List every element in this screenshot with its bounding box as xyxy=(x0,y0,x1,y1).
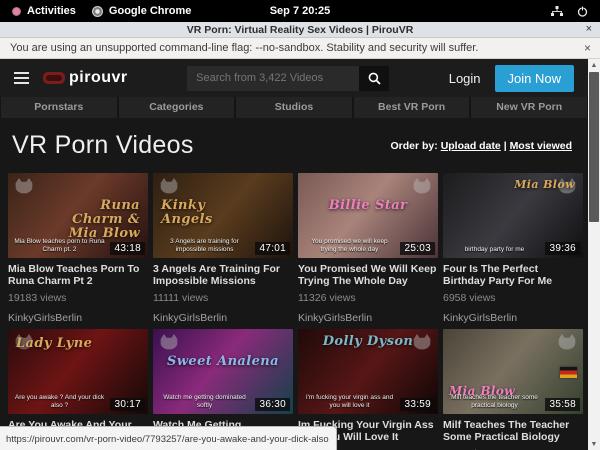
thumbnail-caption: birthday party for me xyxy=(448,246,541,254)
scrollbar-down-button[interactable]: ▼ xyxy=(588,438,600,450)
thumbnail-overlay-name: Kinky Angels xyxy=(161,199,253,227)
video-views: 6958 views xyxy=(443,292,583,304)
order-link-upload-date[interactable]: Upload date xyxy=(441,140,501,152)
page-viewport: pirouvr Login Join Now Pornstars Categor… xyxy=(0,59,588,450)
studio-cat-logo-icon xyxy=(159,177,179,194)
status-url: https://pirouvr.com/vr-porn-video/779325… xyxy=(6,434,329,445)
tab-title: VR Porn: Virtual Reality Sex Videos | Pi… xyxy=(0,24,600,36)
thumbnail-overlay-name: Runa Charm & Mia Blow xyxy=(48,199,140,241)
vr-goggles-icon xyxy=(43,72,65,84)
german-flag-icon xyxy=(560,367,577,378)
video-card[interactable]: Kinky Angels 3 Angels are training for i… xyxy=(153,173,293,322)
menu-item-studios[interactable]: Studios xyxy=(236,97,352,118)
clock[interactable]: Sep 7 20:25 xyxy=(0,5,600,17)
search-input[interactable] xyxy=(187,66,359,91)
menu-item-new-vr-porn[interactable]: New VR Porn xyxy=(471,97,587,118)
thumbnail-caption: Are you awake ? And your dick also ? xyxy=(13,394,106,410)
login-link[interactable]: Login xyxy=(449,71,481,86)
duration-badge: 35:58 xyxy=(545,398,580,411)
power-icon[interactable] xyxy=(577,6,588,17)
order-by: Order by: Upload date | Most viewed xyxy=(391,140,573,152)
video-card[interactable]: Runa Charm & Mia Blow Mia Blow teaches p… xyxy=(8,173,148,322)
duration-badge: 39:36 xyxy=(545,242,580,255)
scrollbar-thumb[interactable] xyxy=(589,72,599,222)
studio-cat-logo-icon xyxy=(557,333,577,350)
video-title[interactable]: Four Is The Perfect Birthday Party For M… xyxy=(443,264,583,287)
studio-cat-logo-icon xyxy=(412,177,432,194)
network-icon[interactable] xyxy=(551,6,563,17)
studio-cat-logo-icon xyxy=(14,177,34,194)
menu-item-best-vr-porn[interactable]: Best VR Porn xyxy=(354,97,470,118)
page-header: VR Porn Videos Order by: Upload date | M… xyxy=(0,118,588,173)
video-views: 11326 views xyxy=(298,292,438,304)
thumbnail-caption: Mia Blow teaches porn to Runa Charm pt. … xyxy=(13,238,106,254)
thumbnail-caption: Milf teaches the teacher some practical … xyxy=(448,394,541,410)
tab-close-button[interactable]: × xyxy=(586,23,592,35)
video-card[interactable]: Mia Blow birthday party for me 39:36 Fou… xyxy=(443,173,583,322)
menu-item-categories[interactable]: Categories xyxy=(119,97,235,118)
thumbnail-overlay-name: Sweet Analena xyxy=(153,355,293,369)
thumbnail-caption: I'm fucking your virgin ass and you will… xyxy=(303,394,396,410)
video-thumbnail[interactable]: Sweet Analena Watch me getting dominated… xyxy=(153,329,293,414)
studio-link[interactable]: KinkyGirlsBerlin xyxy=(8,312,148,324)
video-grid: Runa Charm & Mia Blow Mia Blow teaches p… xyxy=(0,173,588,450)
video-card[interactable]: Billie Star You promised we will keep tr… xyxy=(298,173,438,322)
page-title: VR Porn Videos xyxy=(12,131,194,160)
video-views: 11111 views xyxy=(153,292,293,304)
video-title[interactable]: Mia Blow Teaches Porn To Runa Charm Pt 2 xyxy=(8,264,148,287)
studio-link[interactable]: KinkyGirlsBerlin xyxy=(443,312,583,324)
search-button[interactable] xyxy=(359,66,389,91)
search-box xyxy=(187,66,389,91)
duration-badge: 33:59 xyxy=(400,398,435,411)
studio-link[interactable]: KinkyGirlsBerlin xyxy=(298,312,438,324)
video-thumbnail[interactable]: Dolly Dyson I'm fucking your virgin ass … xyxy=(298,329,438,414)
hamburger-menu-icon[interactable] xyxy=(14,72,29,84)
video-thumbnail[interactable]: Lady Lyne Are you awake ? And your dick … xyxy=(8,329,148,414)
video-thumbnail[interactable]: Runa Charm & Mia Blow Mia Blow teaches p… xyxy=(8,173,148,258)
thumbnail-caption: 3 Angels are training for impossible mis… xyxy=(158,238,251,254)
studio-cat-logo-icon xyxy=(412,333,432,350)
scrollbar[interactable]: ▲ ▼ xyxy=(588,59,600,450)
infobar-close-button[interactable]: × xyxy=(584,41,591,55)
menu-item-pornstars[interactable]: Pornstars xyxy=(1,97,117,118)
thumbnail-overlay-name: Billie Star xyxy=(298,199,438,213)
thumbnail-caption: You promised we will keep trying the who… xyxy=(303,238,396,254)
scrollbar-up-button[interactable]: ▲ xyxy=(588,59,600,71)
video-card[interactable]: Mia Blow Milf teaches the teacher some p… xyxy=(443,329,583,450)
video-title[interactable]: 3 Angels Are Training For Impossible Mis… xyxy=(153,264,293,287)
status-bar: https://pirouvr.com/vr-porn-video/779325… xyxy=(0,426,337,450)
video-title[interactable]: Milf Teaches The Teacher Some Practical … xyxy=(443,420,583,443)
screen: Activities Google Chrome Sep 7 20:25 VR … xyxy=(0,0,600,450)
video-title[interactable]: You Promised We Will Keep Trying The Who… xyxy=(298,264,438,287)
search-icon xyxy=(368,72,381,85)
video-thumbnail[interactable]: Kinky Angels 3 Angels are training for i… xyxy=(153,173,293,258)
join-now-button[interactable]: Join Now xyxy=(495,65,574,92)
video-thumbnail[interactable]: Billie Star You promised we will keep tr… xyxy=(298,173,438,258)
studio-cat-logo-icon xyxy=(159,333,179,350)
site-navbar: pirouvr Login Join Now xyxy=(0,59,588,97)
logo-text: pirouvr xyxy=(69,69,128,87)
studio-cat-logo-icon xyxy=(557,177,577,194)
system-top-bar: Activities Google Chrome Sep 7 20:25 xyxy=(0,0,600,22)
duration-badge: 30:17 xyxy=(110,398,145,411)
duration-badge: 47:01 xyxy=(255,242,290,255)
unsupported-flag-infobar: You are using an unsupported command-lin… xyxy=(0,38,600,59)
video-thumbnail[interactable]: Mia Blow Milf teaches the teacher some p… xyxy=(443,329,583,414)
order-link-most-viewed[interactable]: Most viewed xyxy=(510,140,572,152)
studio-cat-logo-icon xyxy=(14,333,34,350)
video-views: 19183 views xyxy=(8,292,148,304)
site-logo[interactable]: pirouvr xyxy=(43,69,128,87)
main-menu: Pornstars Categories Studios Best VR Por… xyxy=(0,97,588,118)
duration-badge: 36:30 xyxy=(255,398,290,411)
browser-title-bar: VR Porn: Virtual Reality Sex Videos | Pi… xyxy=(0,22,600,38)
duration-badge: 43:18 xyxy=(110,242,145,255)
infobar-message: You are using an unsupported command-lin… xyxy=(10,42,478,54)
order-by-label: Order by: xyxy=(391,140,438,152)
video-thumbnail[interactable]: Mia Blow birthday party for me 39:36 xyxy=(443,173,583,258)
studio-link[interactable]: KinkyGirlsBerlin xyxy=(153,312,293,324)
thumbnail-caption: Watch me getting dominated softly xyxy=(158,394,251,410)
duration-badge: 25:03 xyxy=(400,242,435,255)
